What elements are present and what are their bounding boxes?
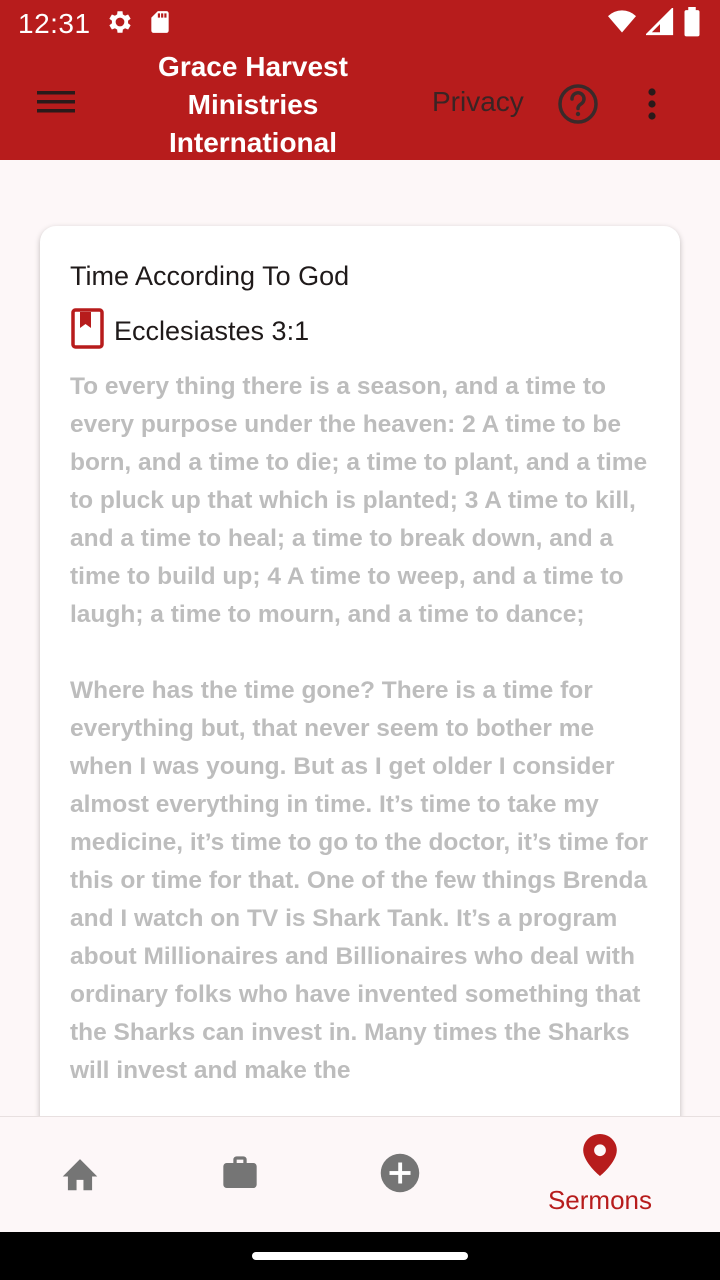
screen: 12:31 Grace Harvest Ministries Internati… [0, 0, 720, 1280]
system-navigation-bar [0, 1232, 720, 1280]
privacy-link[interactable]: Privacy [432, 86, 524, 118]
help-icon [556, 84, 600, 130]
battery-icon [682, 6, 702, 42]
cell-signal-icon [644, 6, 674, 41]
wifi-icon [606, 8, 638, 41]
menu-button[interactable] [28, 78, 84, 130]
sermon-body-text: Where has the time gone? There is a time… [70, 677, 649, 1084]
nav-add[interactable] [320, 1117, 480, 1233]
home-icon [59, 1154, 101, 1197]
status-time: 12:31 [18, 8, 91, 39]
status-bar: 12:31 [0, 0, 720, 48]
briefcase-icon [219, 1153, 261, 1198]
add-circle-icon [379, 1152, 421, 1199]
content-area[interactable]: Time According To God Ecclesiastes 3:1 T… [0, 160, 720, 1116]
location-pin-icon [583, 1134, 617, 1181]
nav-sermons-label: Sermons [547, 1185, 653, 1215]
help-button[interactable] [556, 82, 602, 128]
sermon-card[interactable]: Time According To God Ecclesiastes 3:1 T… [40, 226, 680, 1116]
gear-icon [105, 7, 135, 42]
sermon-title: Time According To God [70, 261, 350, 291]
home-gesture-handle[interactable] [252, 1252, 468, 1260]
app-bar: Grace Harvest Ministries International P… [0, 48, 720, 160]
more-options-button[interactable] [632, 84, 672, 128]
bottom-navigation: Sermons [0, 1116, 720, 1232]
nav-home[interactable] [0, 1117, 160, 1233]
scripture-row: Ecclesiastes 3:1 [70, 307, 650, 355]
scripture-reference: Ecclesiastes 3:1 [114, 315, 310, 346]
bookmark-icon [70, 307, 106, 355]
hamburger-menu-icon [37, 88, 75, 121]
verse-text: To every thing there is a season, and a … [70, 373, 648, 628]
nav-sermons[interactable]: Sermons [520, 1117, 680, 1233]
nav-briefcase[interactable] [160, 1117, 320, 1233]
more-vertical-icon [647, 87, 657, 126]
sd-card-icon [147, 8, 173, 41]
app-title: Grace Harvest Ministries International [158, 51, 348, 158]
